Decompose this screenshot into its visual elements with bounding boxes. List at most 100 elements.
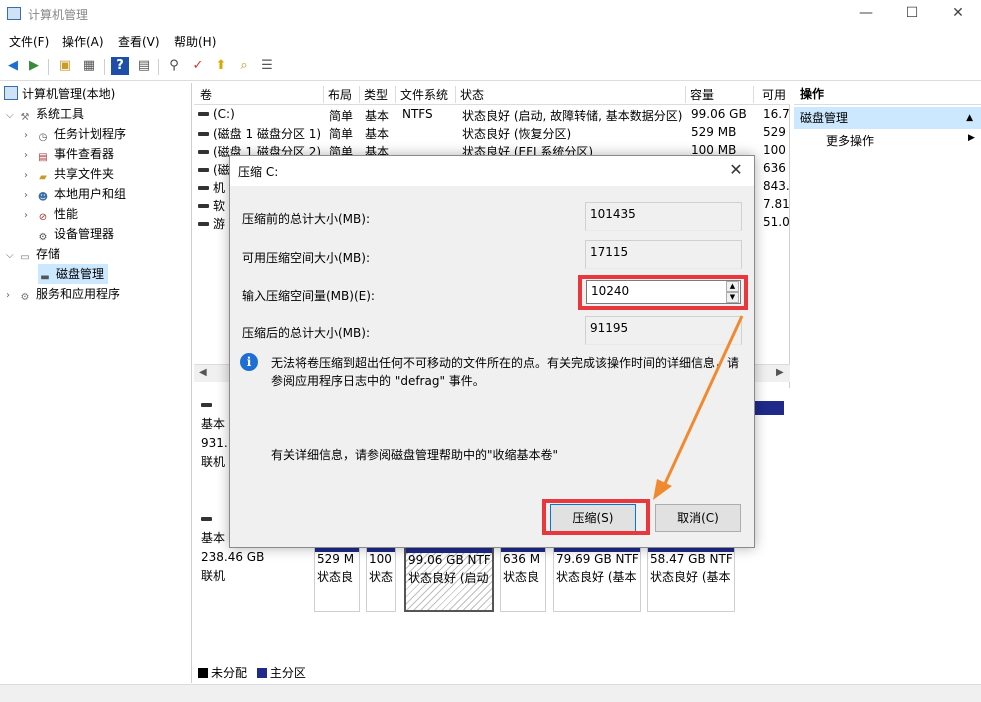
partition-box[interactable]: 100 状态	[366, 546, 396, 612]
total-after-value: 91195	[585, 316, 742, 345]
chevron-right-icon[interactable]: ›	[24, 166, 36, 186]
actions-disk-management[interactable]: 磁盘管理 ▲	[794, 107, 981, 129]
spin-up-icon[interactable]: ▲	[726, 281, 739, 292]
disk-icon	[201, 403, 212, 407]
dialog-title-bar: 压缩 C: ✕	[230, 156, 754, 186]
disk-0-partition-bar	[754, 401, 784, 415]
partition-box[interactable]: 529 M 状态良	[314, 546, 360, 612]
device-manager-icon: ⚙	[38, 232, 48, 243]
actions-header: 操作	[794, 83, 981, 105]
disk-icon: ▬	[40, 272, 50, 283]
title-bar: 计算机管理 — ☐ ✕	[0, 0, 981, 28]
menu-action[interactable]: 操作(A)	[62, 33, 104, 50]
column-free[interactable]: 可用	[758, 86, 790, 103]
disk-0-label[interactable]: 基本 931. 联机	[201, 396, 228, 472]
partition-box[interactable]: 636 M 状态良	[500, 546, 546, 612]
volume-icon	[198, 168, 209, 172]
tree-event-viewer[interactable]: › ▤ 事件查看器	[24, 144, 114, 164]
volume-icon	[198, 150, 209, 154]
volume-list-header: 卷 布局 类型 文件系统 状态 容量 可用	[194, 83, 790, 105]
connect-icon[interactable]: ⚲	[165, 57, 183, 75]
minimize-button[interactable]: —	[843, 0, 889, 28]
back-arrow-icon[interactable]: ◀	[4, 57, 22, 75]
clock-icon: ◷	[38, 132, 48, 143]
volume-row[interactable]: (磁盘 1 磁盘分区 1) 简单 基本 状态良好 (恢复分区) 529 MB 5…	[194, 124, 790, 142]
tree-disk-management[interactable]: ▬ 磁盘管理	[38, 264, 109, 284]
menu-file[interactable]: 文件(F)	[9, 33, 49, 50]
volume-row[interactable]: (C:) 简单 基本 NTFS 状态良好 (启动, 故障转储, 基本数据分区) …	[194, 106, 790, 124]
column-filesystem[interactable]: 文件系统	[396, 86, 456, 103]
spin-down-icon[interactable]: ▼	[726, 292, 739, 303]
tree-root[interactable]: 计算机管理(本地)	[4, 84, 115, 104]
tree-performance[interactable]: › ⊘ 性能	[24, 204, 78, 224]
tree-task-scheduler[interactable]: › ◷ 任务计划程序	[24, 124, 126, 144]
scroll-left-icon[interactable]: ◀	[199, 367, 207, 378]
chevron-right-icon[interactable]: ›	[24, 126, 36, 146]
menu-view[interactable]: 查看(V)	[118, 33, 160, 50]
column-type[interactable]: 类型	[360, 86, 396, 103]
event-viewer-icon: ▤	[38, 152, 48, 163]
tree-shared-folders[interactable]: › ▰ 共享文件夹	[24, 164, 114, 184]
tree-system-tools[interactable]: ⌵ ⚒ 系统工具	[6, 104, 84, 124]
users-icon: ☻	[37, 192, 49, 203]
shrink-dialog: 压缩 C: ✕ 压缩前的总计大小(MB): 101435 可用压缩空间大小(MB…	[229, 155, 755, 548]
shrink-button[interactable]: 压缩(S)	[550, 504, 636, 532]
search-folder-icon[interactable]: ⌕	[235, 57, 253, 75]
total-before-value: 101435	[585, 202, 742, 231]
close-button[interactable]: ✕	[935, 0, 981, 28]
maximize-button[interactable]: ☐	[889, 0, 935, 28]
shared-folder-icon: ▰	[39, 172, 47, 183]
chevron-right-icon[interactable]: ›	[24, 146, 36, 166]
checklist-icon[interactable]: ✓	[189, 57, 207, 75]
more-actions[interactable]: 更多操作	[826, 132, 874, 149]
volume-icon	[198, 222, 209, 226]
tree-storage[interactable]: ⌵ ▭ 存储	[6, 244, 60, 264]
collapse-up-icon[interactable]: ▲	[966, 107, 973, 129]
storage-icon: ▭	[20, 252, 30, 263]
volume-icon	[198, 112, 209, 116]
dialog-close-icon[interactable]: ✕	[726, 160, 746, 179]
partition-box-c[interactable]: 99.06 GB NTF 状态良好 (启动	[404, 546, 494, 612]
column-volume[interactable]: 卷	[196, 86, 324, 103]
properties-icon[interactable]: ▤	[135, 57, 153, 75]
scroll-right-icon[interactable]: ▶	[776, 367, 784, 378]
chevron-right-icon[interactable]: ›	[24, 186, 36, 206]
up-folder-icon[interactable]: ▣	[56, 57, 74, 75]
chevron-down-icon[interactable]: ⌵	[6, 246, 18, 266]
tree-local-users[interactable]: › ☻ 本地用户和组	[24, 184, 126, 204]
forward-arrow-icon[interactable]: ▶	[25, 57, 43, 75]
chevron-right-icon[interactable]: ›	[6, 286, 18, 306]
computer-icon	[4, 86, 18, 100]
list-view-icon[interactable]: ☰	[258, 57, 276, 75]
column-layout[interactable]: 布局	[324, 86, 360, 103]
partition-box[interactable]: 58.47 GB NTF 状态良好 (基本	[647, 546, 735, 612]
show-hide-tree-icon[interactable]: ▦	[80, 57, 98, 75]
menu-bar: 文件(F) 操作(A) 查看(V) 帮助(H)	[0, 30, 981, 52]
shrink-amount-input[interactable]: 10240	[586, 280, 741, 304]
available-space-label: 可用压缩空间大小(MB):	[242, 251, 370, 265]
chevron-right-icon[interactable]: ▶	[968, 133, 975, 143]
folder-up-icon[interactable]: ⬆	[212, 57, 230, 75]
tools-icon: ⚒	[20, 112, 30, 123]
tree-device-manager[interactable]: ⚙ 设备管理器	[36, 224, 115, 244]
chevron-right-icon[interactable]: ›	[24, 206, 36, 226]
menu-help[interactable]: 帮助(H)	[174, 33, 216, 50]
total-after-label: 压缩后的总计大小(MB):	[242, 326, 370, 340]
status-bar	[0, 684, 981, 702]
volume-icon	[198, 186, 209, 190]
column-status[interactable]: 状态	[456, 86, 686, 103]
volume-icon	[198, 204, 209, 208]
partition-box[interactable]: 79.69 GB NTF 状态良好 (基本	[553, 546, 641, 612]
primary-swatch	[256, 668, 267, 678]
dialog-title: 压缩 C:	[238, 165, 279, 179]
cancel-button[interactable]: 取消(C)	[655, 504, 741, 532]
chevron-down-icon[interactable]: ⌵	[6, 106, 18, 126]
window-title: 计算机管理	[28, 8, 89, 22]
total-before-label: 压缩前的总计大小(MB):	[242, 212, 370, 226]
tree-services-apps[interactable]: › ⚙ 服务和应用程序	[6, 284, 120, 304]
column-capacity[interactable]: 容量	[686, 86, 754, 103]
computer-management-icon	[7, 7, 21, 20]
disk-icon	[201, 517, 212, 521]
help-detail-text: 有关详细信息，请参阅磁盘管理帮助中的"收缩基本卷"	[271, 448, 559, 462]
help-icon[interactable]: ?	[111, 57, 129, 75]
